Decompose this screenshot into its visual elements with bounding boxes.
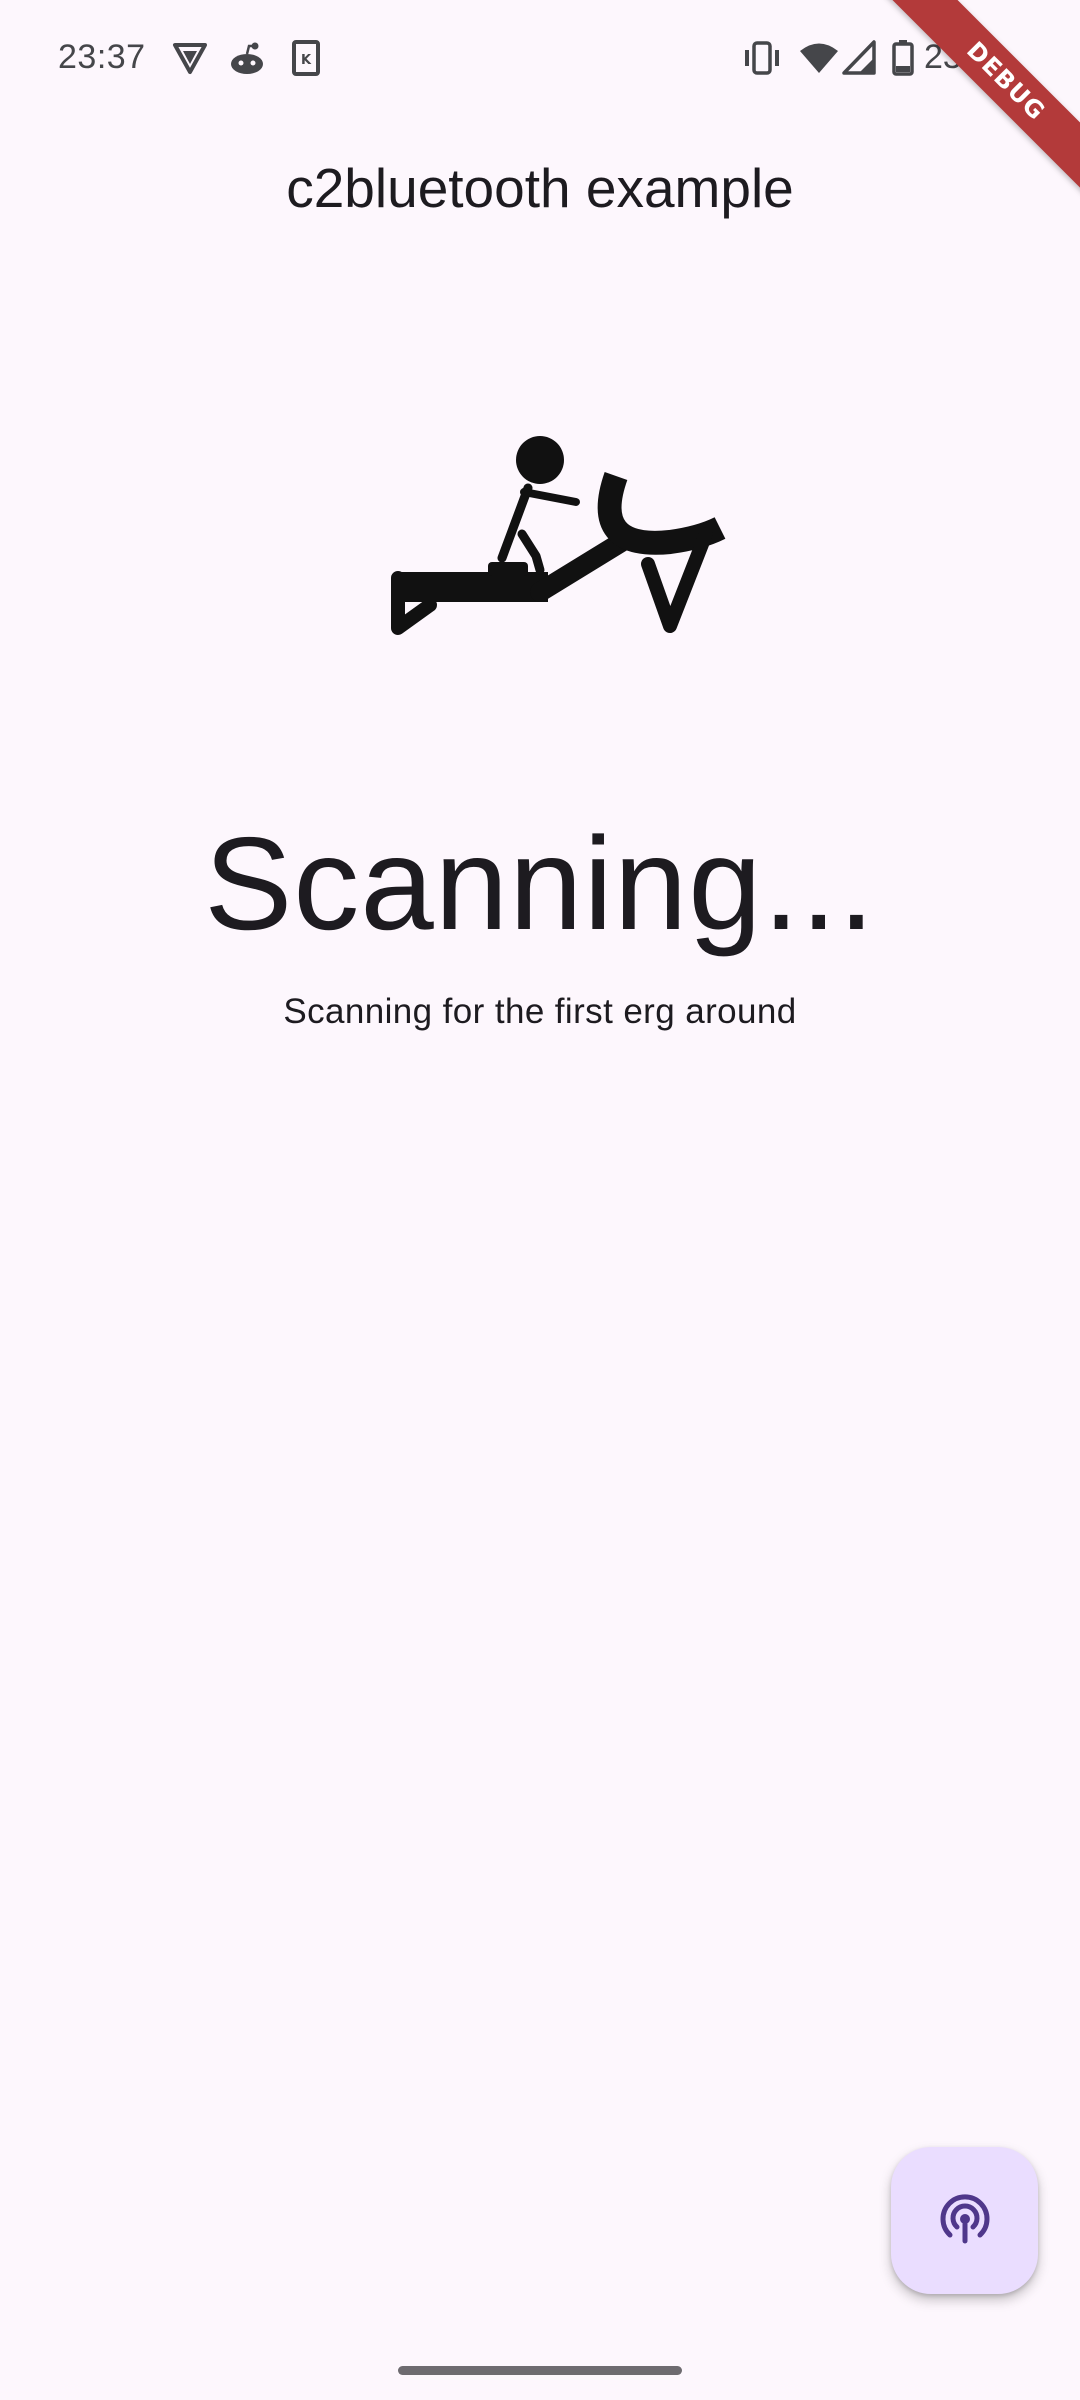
shield-notification-icon xyxy=(173,43,207,74)
svg-text:K: K xyxy=(301,53,312,68)
status-time: 23:37 xyxy=(58,38,146,76)
cell-signal-icon xyxy=(842,40,876,75)
home-indicator[interactable] xyxy=(398,2366,682,2375)
scan-fab-button[interactable] xyxy=(891,2147,1038,2294)
broadcast-scan-icon xyxy=(940,2193,989,2243)
app-bar: c2bluetooth example xyxy=(0,130,1080,250)
reddit-notification-icon xyxy=(231,42,263,74)
scanning-subtitle: Scanning for the first erg around xyxy=(283,992,797,1031)
keepass-notification-icon: K xyxy=(292,40,320,76)
scanning-title: Scanning... xyxy=(204,810,876,957)
battery-icon xyxy=(892,40,914,76)
vibrate-icon xyxy=(745,41,779,75)
wifi-icon xyxy=(800,43,838,73)
rowing-machine-icon xyxy=(391,436,726,635)
app-title: c2bluetooth example xyxy=(286,157,794,219)
